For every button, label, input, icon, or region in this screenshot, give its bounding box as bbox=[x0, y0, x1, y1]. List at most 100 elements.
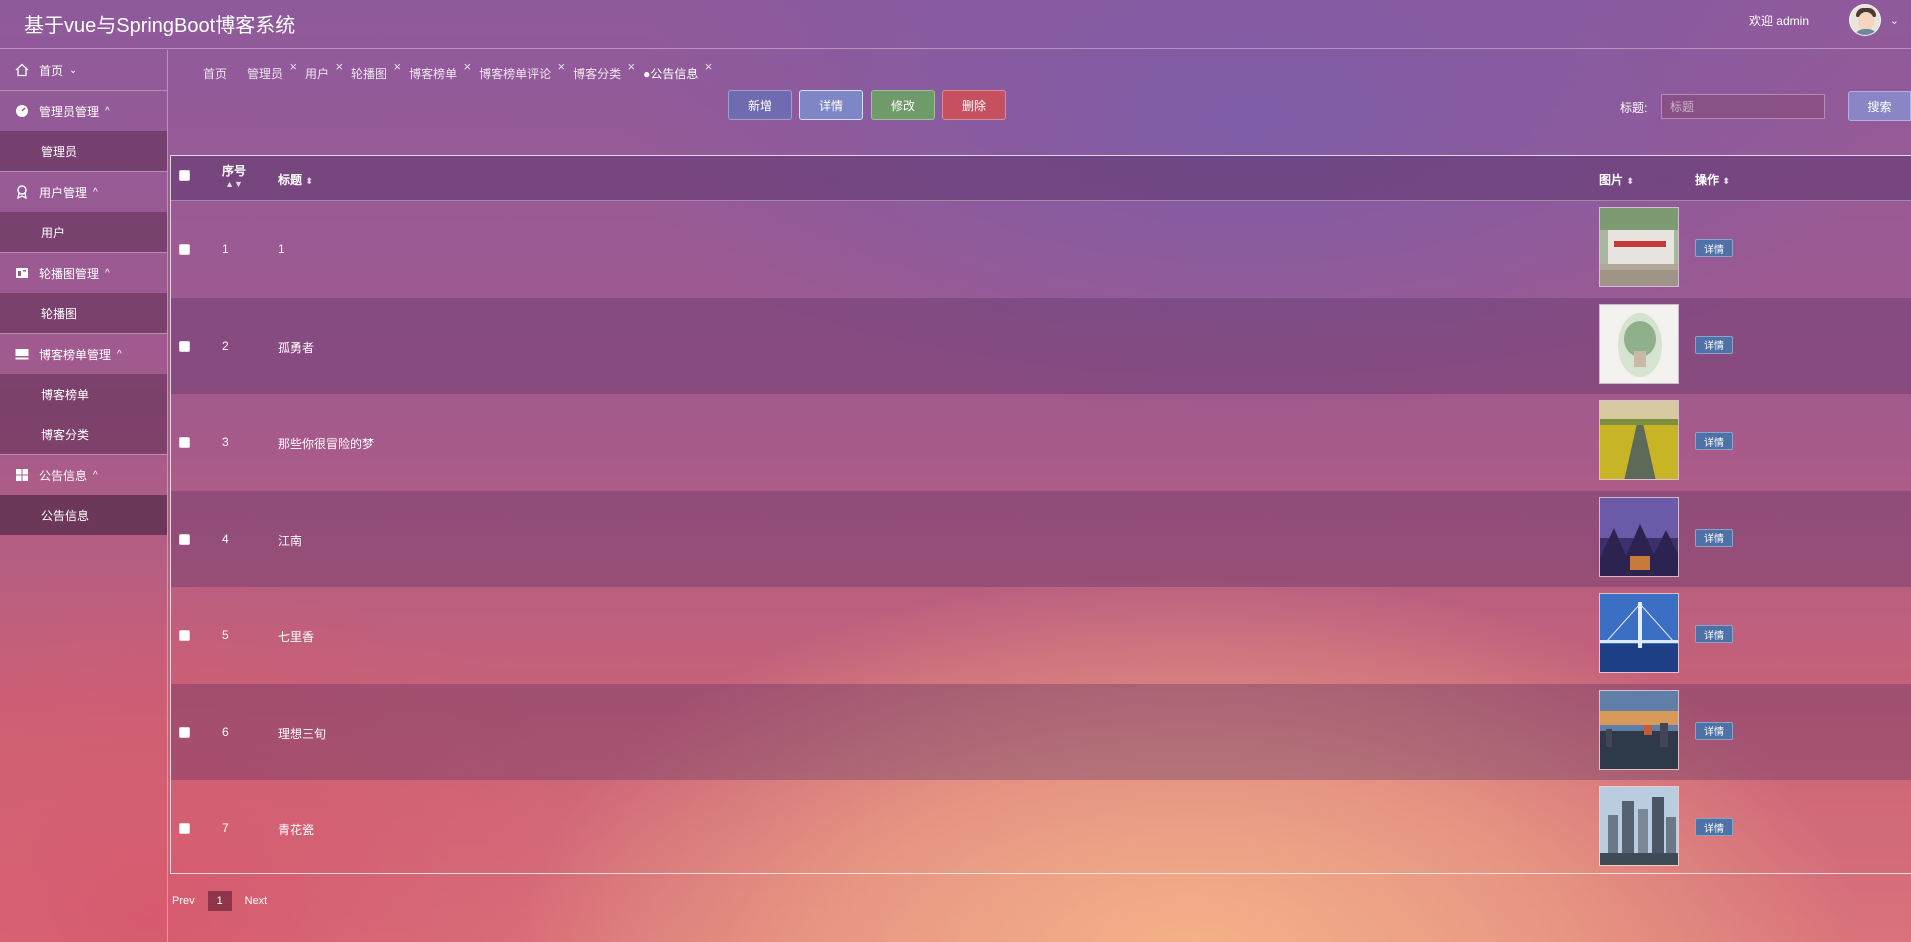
row-detail-button[interactable]: 详情 bbox=[1695, 818, 1733, 836]
column-action[interactable]: 操作 ⬍ bbox=[1695, 171, 1730, 188]
row-checkbox[interactable] bbox=[179, 244, 190, 255]
tab-notice[interactable]: ●公告信息 × bbox=[643, 59, 712, 82]
row-title: 孤勇者 bbox=[278, 340, 315, 355]
sort-icon[interactable]: ⬍ bbox=[1722, 176, 1730, 186]
sidebar-item-blog-ranking-management[interactable]: 博客榜单管理 ^ bbox=[0, 334, 167, 374]
table-row[interactable]: 4 江南 详情 bbox=[171, 490, 1911, 587]
close-icon[interactable]: × bbox=[289, 59, 297, 74]
sidebar-group-user: 用户管理 ^ 用户 bbox=[0, 172, 167, 253]
sidebar-item-user-management[interactable]: 用户管理 ^ bbox=[0, 172, 167, 212]
tab-blog-category[interactable]: 博客分类 × bbox=[573, 59, 635, 82]
search-input[interactable] bbox=[1661, 94, 1825, 119]
select-all-checkbox[interactable] bbox=[179, 170, 190, 181]
tab-home[interactable]: 首页 bbox=[203, 65, 227, 82]
sort-icon[interactable]: ⬍ bbox=[1626, 176, 1634, 186]
row-detail-button[interactable]: 详情 bbox=[1695, 528, 1733, 547]
table-header: 序号 ▲▼ 标题 ⬍ 图片 ⬍ 操作 ⬍ bbox=[171, 156, 1911, 201]
close-icon[interactable]: × bbox=[393, 59, 401, 74]
column-title[interactable]: 标题 ⬍ bbox=[278, 171, 313, 188]
tab-admin[interactable]: 管理员 × bbox=[247, 59, 297, 82]
sidebar-item-admin-management[interactable]: 管理员管理 ^ bbox=[0, 91, 167, 131]
avatar[interactable] bbox=[1849, 4, 1881, 36]
prev-page-button[interactable]: Prev bbox=[172, 895, 195, 907]
edit-button[interactable]: 修改 bbox=[871, 90, 935, 120]
row-title: 那些你很冒险的梦 bbox=[278, 437, 375, 451]
row-detail-button[interactable]: 详情 bbox=[1695, 625, 1733, 643]
sidebar-subitem-blog-category[interactable]: 博客分类 bbox=[0, 414, 167, 454]
close-icon[interactable]: × bbox=[558, 59, 566, 74]
chevron-up-icon: ^ bbox=[105, 267, 110, 279]
column-index-label: 序号 bbox=[222, 164, 247, 178]
detail-button[interactable]: 详情 bbox=[799, 90, 863, 120]
app-title: 基于vue与SpringBoot博客系统 bbox=[24, 15, 296, 37]
close-icon[interactable]: × bbox=[628, 59, 636, 74]
table-row[interactable]: 7 青花瓷 详情 bbox=[171, 780, 1911, 877]
sidebar-group-home: 首页 ⌄ bbox=[0, 50, 167, 91]
sidebar-subitem-admin[interactable]: 管理员 bbox=[0, 131, 167, 171]
tab-blog-ranking[interactable]: 博客榜单 × bbox=[409, 59, 471, 82]
row-checkbox[interactable] bbox=[179, 726, 190, 738]
row-checkbox[interactable] bbox=[179, 340, 190, 352]
row-image bbox=[1599, 786, 1679, 866]
chevron-up-icon: ^ bbox=[117, 348, 122, 360]
tab-carousel[interactable]: 轮播图 × bbox=[351, 59, 401, 82]
row-index: 7 bbox=[222, 821, 229, 835]
chevron-down-icon[interactable]: ⌄ bbox=[1890, 14, 1899, 27]
carousel-icon bbox=[14, 265, 30, 281]
table-row[interactable]: 1 1 详情 bbox=[171, 201, 1911, 298]
next-page-button[interactable]: Next bbox=[245, 895, 268, 907]
sidebar-subitem-blog-ranking[interactable]: 博客榜单 bbox=[0, 374, 167, 414]
sidebar-item-notice[interactable]: 公告信息 ^ bbox=[0, 455, 167, 495]
tab-blog-ranking-comments[interactable]: 博客榜单评论 × bbox=[479, 59, 565, 82]
row-detail-button[interactable]: 详情 bbox=[1695, 239, 1733, 257]
sidebar-item-carousel-management[interactable]: 轮播图管理 ^ bbox=[0, 253, 167, 293]
sort-icon[interactable]: ⬍ bbox=[305, 176, 313, 186]
table-row[interactable]: 3 那些你很冒险的梦 详情 bbox=[171, 394, 1911, 491]
sidebar-group-blog-ranking: 博客榜单管理 ^ 博客榜单 博客分类 bbox=[0, 334, 167, 455]
user-badge-icon bbox=[14, 184, 30, 200]
tab-user[interactable]: 用户 × bbox=[305, 59, 343, 82]
row-checkbox[interactable] bbox=[179, 533, 190, 545]
row-image bbox=[1599, 689, 1679, 770]
table-row[interactable]: 6 理想三旬 详情 bbox=[171, 683, 1911, 780]
row-checkbox[interactable] bbox=[179, 823, 190, 834]
row-checkbox[interactable] bbox=[179, 630, 190, 641]
page-number-button[interactable]: 1 bbox=[207, 891, 232, 911]
row-title: 青花瓷 bbox=[278, 823, 315, 837]
row-index: 1 bbox=[222, 242, 229, 256]
close-icon[interactable]: × bbox=[705, 59, 713, 74]
row-title: 1 bbox=[278, 242, 285, 256]
sort-icon[interactable]: ▲▼ bbox=[222, 179, 246, 189]
add-button[interactable]: 新增 bbox=[728, 90, 792, 120]
column-title-label: 标题 bbox=[278, 173, 303, 187]
row-image bbox=[1599, 303, 1679, 384]
close-icon[interactable]: × bbox=[463, 59, 471, 74]
sidebar-group-carousel: 轮播图管理 ^ 轮播图 bbox=[0, 253, 167, 334]
sidebar-subitem-user[interactable]: 用户 bbox=[0, 212, 167, 252]
column-image[interactable]: 图片 ⬍ bbox=[1599, 171, 1634, 188]
chevron-up-icon: ^ bbox=[105, 105, 110, 117]
tab-bar: 首页 管理员 × 用户 × 轮播图 × 博客榜单 × 博客榜单评论 × 博客分类 × ●公告… bbox=[203, 59, 720, 83]
row-checkbox[interactable] bbox=[179, 437, 190, 448]
table-row[interactable]: 5 七里香 详情 bbox=[171, 587, 1911, 684]
sidebar-group-admin: 管理员管理 ^ 管理员 bbox=[0, 91, 167, 172]
row-detail-button[interactable]: 详情 bbox=[1695, 335, 1733, 354]
search-button[interactable]: 搜索 bbox=[1848, 91, 1911, 121]
sidebar-subitem-notice[interactable]: 公告信息 bbox=[0, 495, 167, 535]
row-detail-button[interactable]: 详情 bbox=[1695, 432, 1733, 450]
list-icon bbox=[14, 346, 30, 362]
welcome-text: 欢迎 admin bbox=[1748, 14, 1809, 28]
delete-button[interactable]: 删除 bbox=[942, 90, 1006, 120]
row-detail-button[interactable]: 详情 bbox=[1695, 721, 1733, 740]
sidebar-item-home[interactable]: 首页 ⌄ bbox=[0, 50, 167, 90]
dashboard-icon bbox=[14, 103, 30, 119]
row-index: 3 bbox=[222, 435, 229, 449]
close-icon[interactable]: × bbox=[335, 59, 343, 74]
table-row[interactable]: 2 孤勇者 详情 bbox=[171, 297, 1911, 394]
sidebar-item-label: 首页 bbox=[39, 63, 64, 78]
column-index[interactable]: 序号 ▲▼ bbox=[222, 162, 246, 189]
sidebar-subitem-carousel[interactable]: 轮播图 bbox=[0, 293, 167, 333]
grid-icon bbox=[14, 467, 30, 483]
sidebar-item-label: 公告信息 bbox=[39, 468, 88, 483]
column-action-label: 操作 bbox=[1695, 173, 1720, 187]
